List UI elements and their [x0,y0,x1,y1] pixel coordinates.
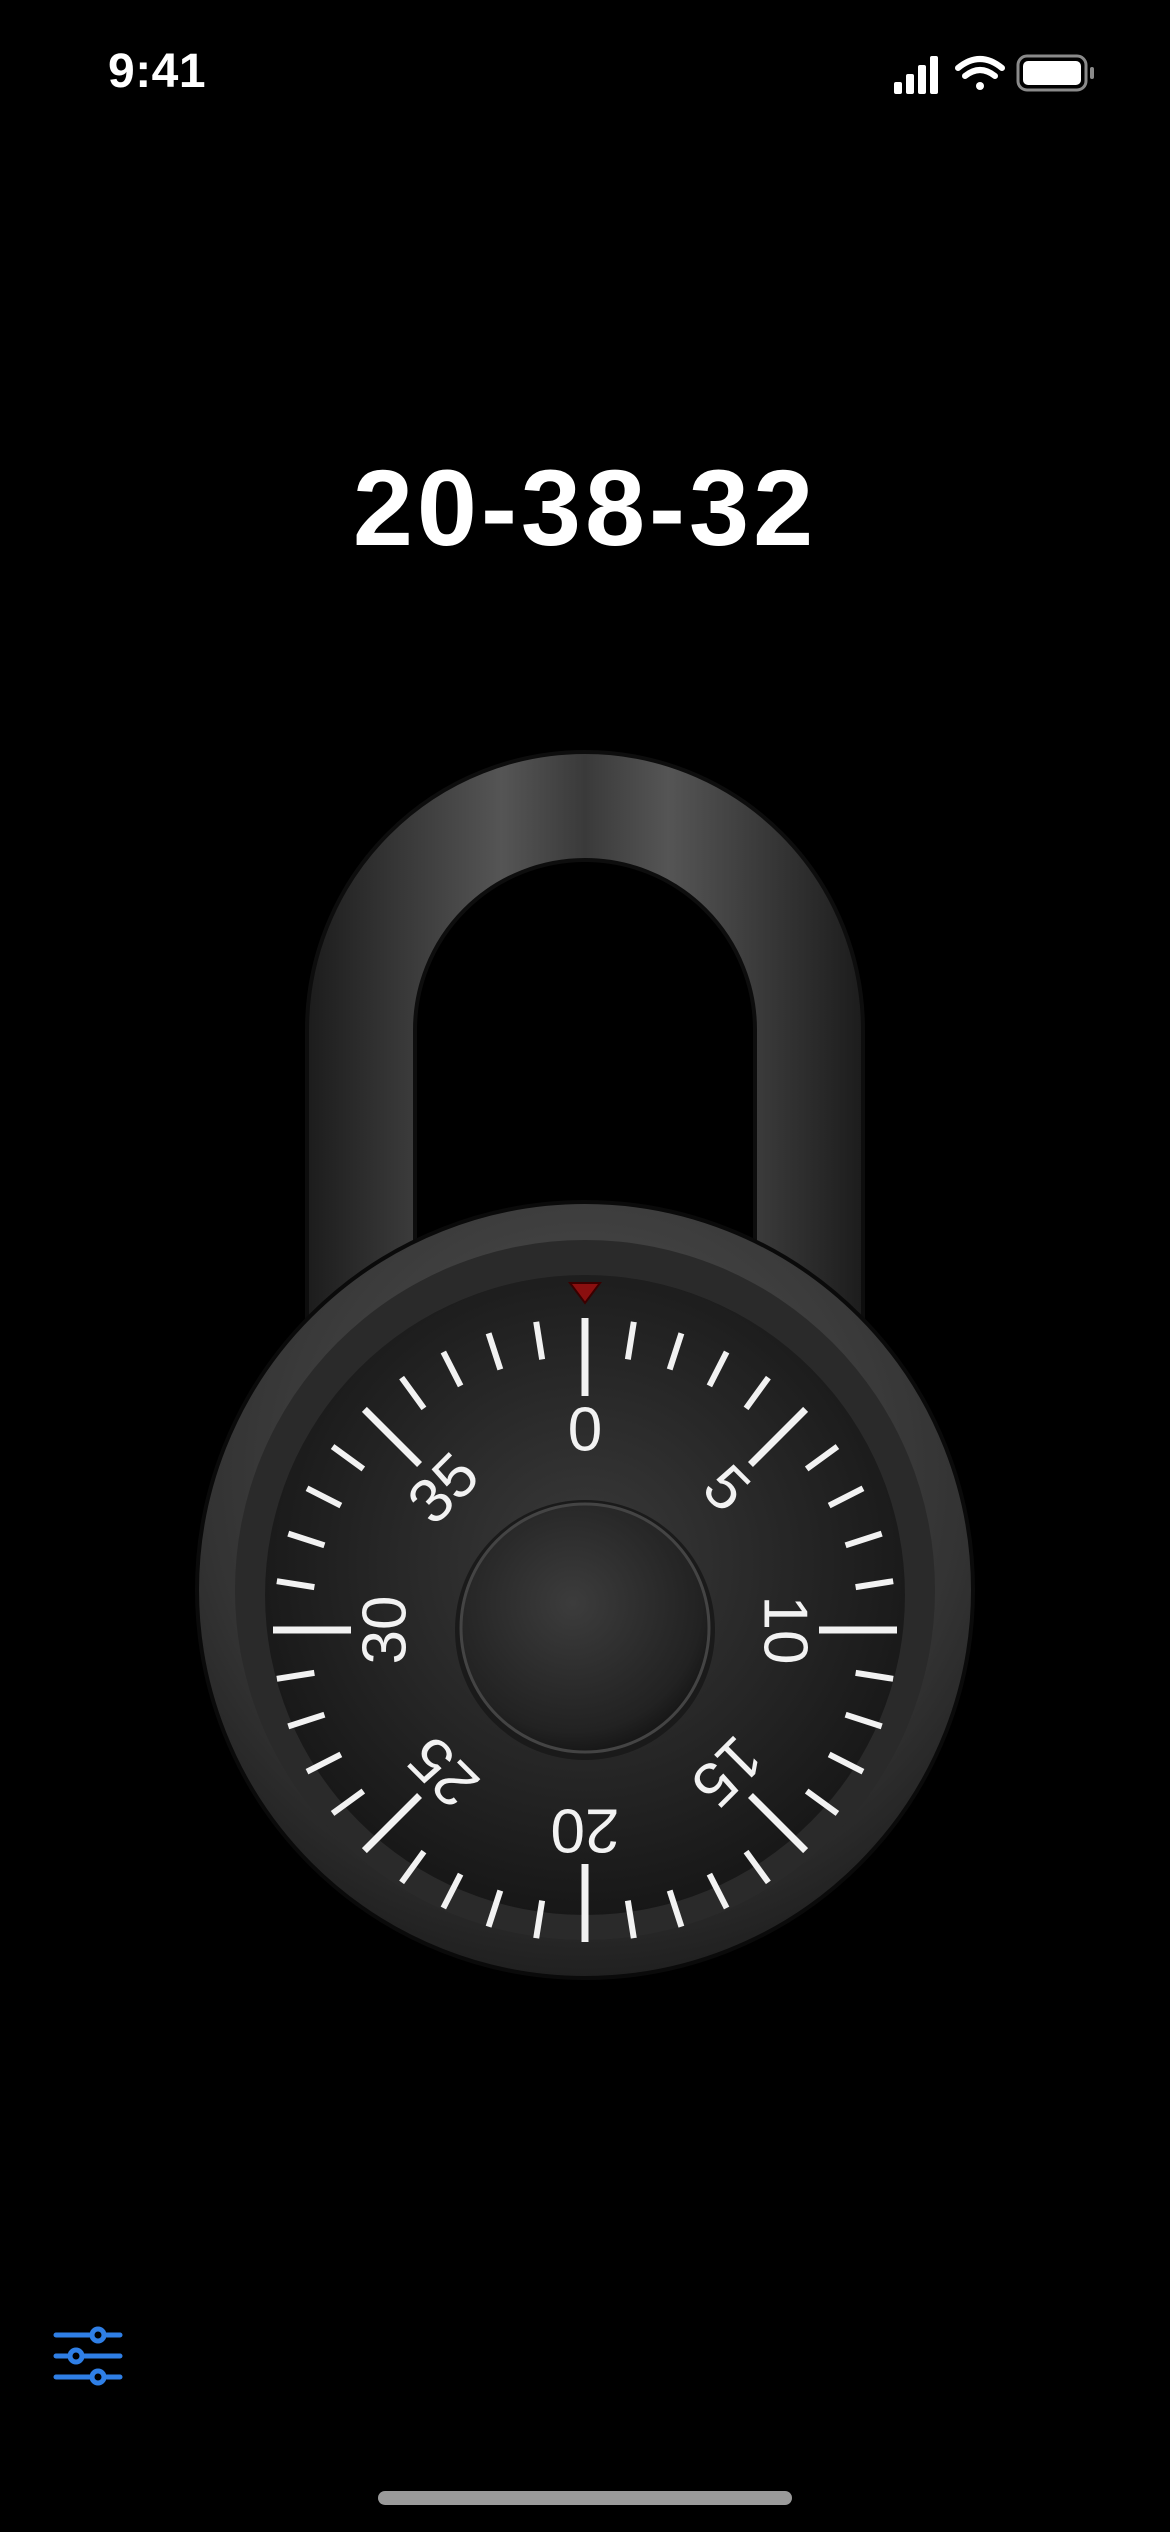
home-indicator [378,2491,792,2505]
dial-number: 10 [751,1596,820,1665]
status-icons [894,54,1094,94]
settings-sliders-icon[interactable] [52,2325,124,2387]
battery-icon [1016,54,1094,92]
cellular-signal-icon [894,56,938,94]
padlock: 0 5 10 15 20 25 30 35 [0,740,1170,2000]
status-bar: 9:41 [0,0,1170,140]
combination-display: 20-38-32 [352,447,818,568]
status-time: 9:41 [108,45,207,98]
dial-knob[interactable] [455,1500,715,1760]
dial-number: 20 [551,1796,620,1865]
padlock-graphic: 05101520253035 [195,750,975,1980]
screen: 9:41 20-38-32 0 5 10 15 20 25 30 35 [0,0,1170,2532]
wifi-icon [955,56,1005,90]
dial-number: 30 [351,1596,420,1665]
dial-number: 0 [568,1396,602,1465]
